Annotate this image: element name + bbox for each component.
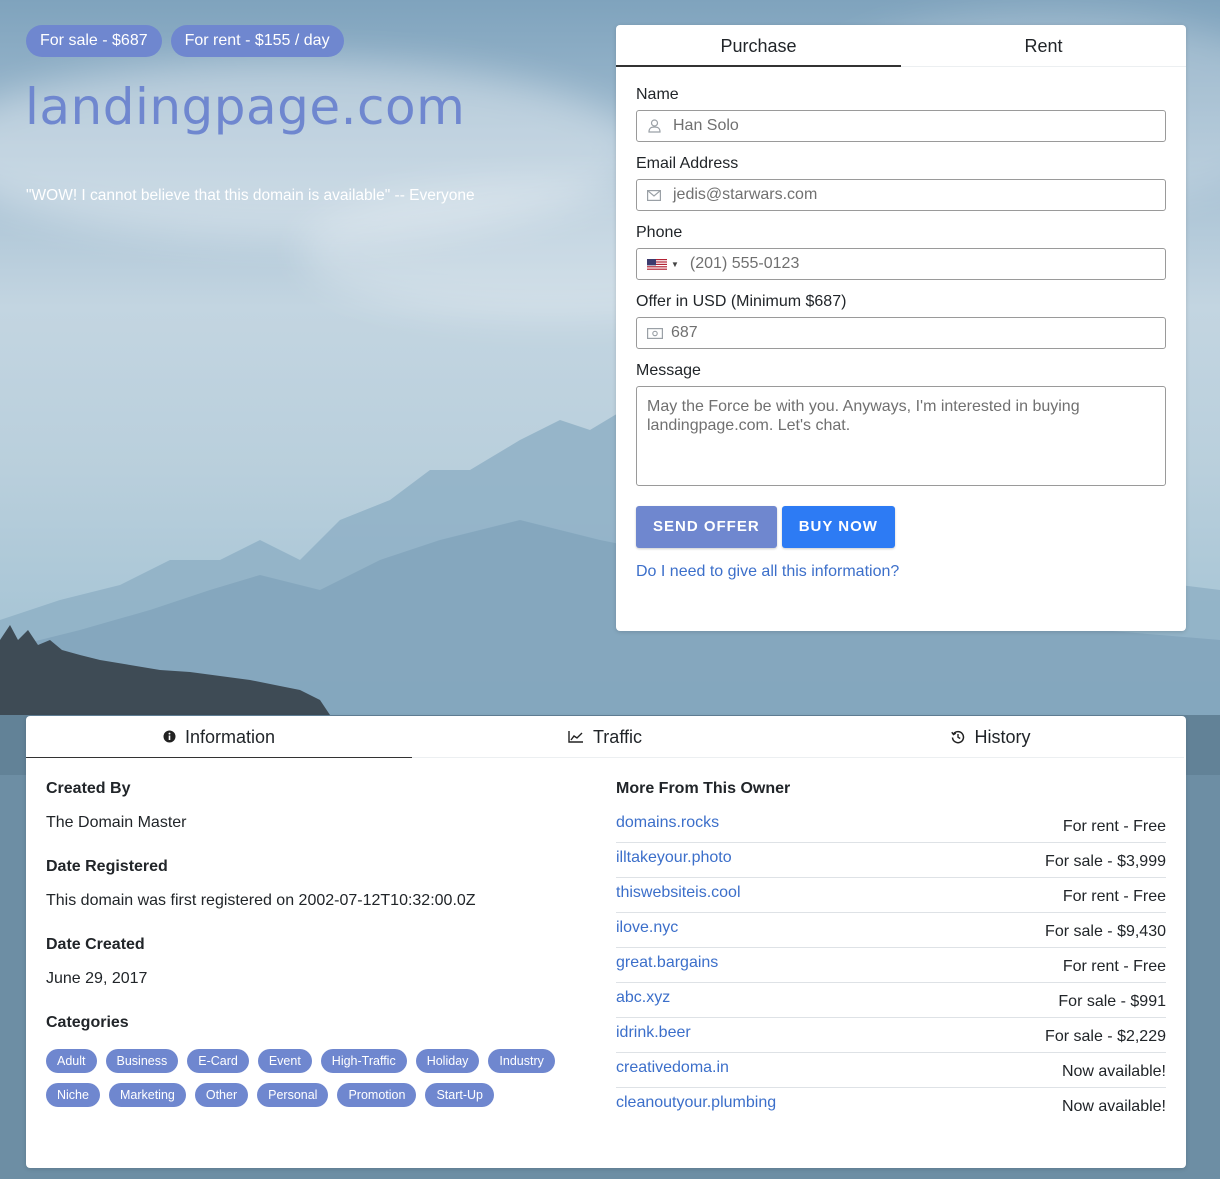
money-icon [647,326,663,340]
buy-now-button[interactable]: BUY NOW [781,506,895,548]
owner-domain-list: domains.rocks For rent - Free illtakeyour… [616,808,1166,1123]
tab-traffic-label: Traffic [592,726,642,747]
domain-link[interactable]: cleanoutyour.plumbing [616,1094,776,1112]
list-item: thiswebsiteis.cool For rent - Free [616,878,1166,913]
user-icon [647,119,661,133]
list-item: ilove.nyc For sale - $9,430 [616,913,1166,948]
us-flag-icon[interactable] [647,258,667,270]
category-tags: Adult Business E-Card Event High-Traffic… [46,1049,566,1117]
domain-link[interactable]: idrink.beer [616,1024,691,1042]
created-by-label: Created By [46,780,131,797]
domain-link[interactable]: creativedoma.in [616,1059,729,1077]
list-item: domains.rocks For rent - Free [616,808,1166,843]
offer-label: Offer in USD (Minimum $687) [636,293,847,310]
domain-link[interactable]: domains.rocks [616,814,719,832]
date-registered-value: This domain was first registered on 2002… [46,892,476,909]
category-tag[interactable]: Adult [46,1049,97,1073]
category-tag[interactable]: E-Card [187,1049,249,1073]
list-item: abc.xyz For sale - $991 [616,983,1166,1018]
for-sale-badge: For sale - $687 [26,25,162,57]
category-tag[interactable]: Niche [46,1083,100,1107]
category-tag[interactable]: Event [257,1049,312,1073]
info-help-link[interactable]: Do I need to give all this information? [636,563,1166,581]
owner-domains-section: More From This Owner domains.rocks For re… [616,779,1166,1123]
send-offer-button[interactable]: SEND OFFER [636,506,777,548]
domain-link[interactable]: thiswebsiteis.cool [616,884,741,902]
email-placeholder: jedis@starwars.com [673,186,818,203]
email-input[interactable]: jedis@starwars.com [636,179,1166,211]
more-from-owner-label: More From This Owner [616,780,791,797]
category-tag[interactable]: Other [194,1083,249,1107]
category-tag[interactable]: Personal [257,1083,329,1107]
list-item: creativedoma.in Now available! [616,1053,1166,1088]
for-rent-badge: For rent - $155 / day [170,25,344,57]
domain-title: landingpage.com [25,78,466,136]
price-badges: For sale - $687 For rent - $155 / day [26,25,344,57]
domain-info-card: Information Traffic History Created By T… [26,716,1186,1168]
date-created-value: June 29, 2017 [46,970,148,987]
tab-information[interactable]: Information [26,716,412,758]
offer-input[interactable]: 687 [636,317,1166,349]
info-circle-icon [163,730,176,743]
categories-label: Categories [46,1014,129,1031]
category-tag[interactable]: High-Traffic [320,1049,407,1073]
domain-status: For rent - Free [1062,957,1166,975]
list-item: illtakeyour.photo For sale - $3,999 [616,843,1166,878]
purchase-form-card: Purchase Rent Name Han Solo Email Addres… [616,25,1186,631]
domain-status: For sale - $3,999 [1045,852,1166,870]
category-tag[interactable]: Promotion [337,1083,417,1107]
tab-history[interactable]: History [798,716,1184,758]
category-tag[interactable]: Holiday [415,1049,480,1073]
tab-information-label: Information [184,726,276,747]
name-placeholder: Han Solo [673,117,739,134]
name-input[interactable]: Han Solo [636,110,1166,142]
line-chart-icon [568,730,584,743]
list-item: great.bargains For rent - Free [616,948,1166,983]
name-label: Name [636,86,679,103]
info-tabs: Information Traffic History [26,716,1186,758]
domain-link[interactable]: great.bargains [616,954,718,972]
domain-status: Now available! [1061,1062,1166,1080]
chevron-down-icon[interactable]: ▼ [671,260,679,269]
phone-label: Phone [636,224,683,241]
envelope-icon [647,188,661,202]
offer-placeholder: 687 [671,324,698,341]
domain-status: For sale - $991 [1058,992,1166,1010]
phone-field-group: Phone ▼ (201) 555-0123 [636,224,1166,280]
domain-status: For sale - $9,430 [1045,922,1166,940]
domain-link[interactable]: abc.xyz [616,989,670,1007]
message-label: Message [636,362,701,379]
tab-rent[interactable]: Rent [901,25,1186,67]
category-tag[interactable]: Marketing [108,1083,186,1107]
tab-traffic[interactable]: Traffic [412,716,798,758]
email-label: Email Address [636,155,739,172]
domain-status: For sale - $2,229 [1045,1027,1166,1045]
email-field-group: Email Address jedis@starwars.com [636,155,1166,211]
date-registered-label: Date Registered [46,858,168,875]
form-tabs: Purchase Rent [616,25,1186,67]
tagline: "WOW! I cannot believe that this domain … [26,187,475,204]
date-created-label: Date Created [46,936,145,953]
tab-history-label: History [974,726,1031,747]
domain-status: Now available! [1061,1098,1166,1115]
name-field-group: Name Han Solo [636,86,1166,142]
domain-link[interactable]: ilove.nyc [616,919,678,937]
message-textarea[interactable]: May the Force be with you. Anyways, I'm … [636,386,1166,486]
history-icon [951,730,965,744]
category-tag[interactable]: Start-Up [425,1083,494,1107]
message-field-group: Message May the Force be with you. Anywa… [636,362,1166,486]
domain-details: Created By The Domain Master Date Regist… [46,779,566,1117]
domain-status: For rent - Free [1062,817,1166,835]
tab-purchase[interactable]: Purchase [616,25,901,67]
created-by-value: The Domain Master [46,814,187,831]
domain-status: For rent - Free [1062,887,1166,905]
category-tag[interactable]: Business [105,1049,179,1073]
list-item: idrink.beer For sale - $2,229 [616,1018,1166,1053]
list-item: cleanoutyour.plumbing Now available! [616,1088,1166,1123]
offer-field-group: Offer in USD (Minimum $687) 687 [636,293,1166,349]
domain-link[interactable]: illtakeyour.photo [616,849,732,867]
phone-placeholder: (201) 555-0123 [689,255,800,272]
category-tag[interactable]: Industry [488,1049,555,1073]
phone-input[interactable]: ▼ (201) 555-0123 [636,248,1166,280]
